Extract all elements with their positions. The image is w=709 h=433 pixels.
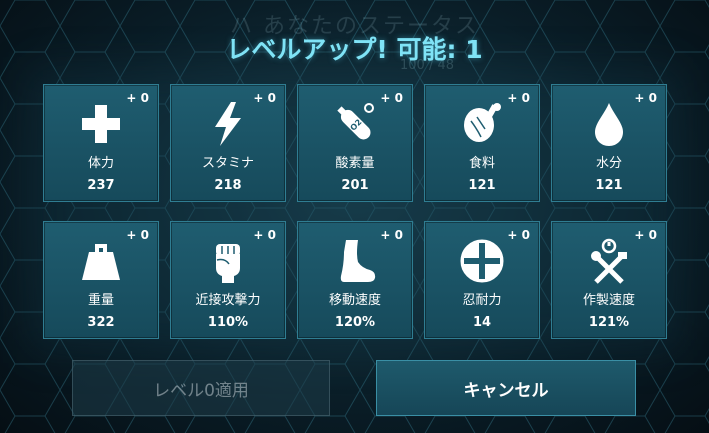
oxygen-tank-icon: O2 xyxy=(330,99,380,149)
stat-bonus: + 0 xyxy=(634,91,657,105)
stat-bonus: + 0 xyxy=(634,228,657,242)
stat-label: 酸素量 xyxy=(335,156,375,171)
stat-label: スタミナ xyxy=(201,156,254,171)
stat-bonus: + 0 xyxy=(380,91,403,105)
health-cross-icon xyxy=(76,99,126,149)
cancel-button[interactable]: キャンセル xyxy=(376,360,636,416)
stat-value: 120% xyxy=(334,315,376,330)
stat-bonus: + 0 xyxy=(253,91,276,105)
stat-card-water[interactable]: + 0 水分 121 xyxy=(551,84,667,202)
stat-label: 作製速度 xyxy=(582,293,635,308)
water-drop-icon xyxy=(584,99,634,149)
stat-value: 218 xyxy=(214,178,242,193)
stat-label: 食料 xyxy=(468,156,495,171)
apply-level-button[interactable]: レベル0適用 xyxy=(72,360,330,416)
stat-bonus: + 0 xyxy=(507,91,530,105)
stat-value: 201 xyxy=(341,178,369,193)
stat-bonus: + 0 xyxy=(380,228,403,242)
stat-value: 14 xyxy=(472,315,492,330)
stat-label: 近接攻撃力 xyxy=(195,293,261,308)
fortitude-shield-icon xyxy=(457,236,507,286)
stat-label: 水分 xyxy=(595,156,622,171)
stat-bonus: + 0 xyxy=(253,228,276,242)
stat-value: 110% xyxy=(207,315,249,330)
stat-card-food[interactable]: + 0 食料 121 xyxy=(424,84,540,202)
stat-bonus: + 0 xyxy=(126,228,149,242)
stat-card-melee[interactable]: + 0 近接攻撃力 110% xyxy=(170,221,286,339)
stat-value: 237 xyxy=(87,178,115,193)
level-up-title: レベルアップ! 可能: 1 xyxy=(226,35,483,64)
weight-icon xyxy=(76,236,126,286)
stat-value: 322 xyxy=(87,315,115,330)
lightning-bolt-icon xyxy=(203,99,253,149)
stat-label: 体力 xyxy=(87,156,114,171)
foot-icon xyxy=(330,236,380,286)
stat-bonus: + 0 xyxy=(507,228,530,242)
stat-card-health[interactable]: + 0 体力 237 xyxy=(43,84,159,202)
stat-value: 121 xyxy=(595,178,623,193)
fist-icon xyxy=(203,236,253,286)
stat-label: 重量 xyxy=(87,293,114,308)
meat-leg-icon xyxy=(457,99,507,149)
stat-bonus: + 0 xyxy=(126,91,149,105)
stat-label: 移動速度 xyxy=(328,293,381,308)
stat-card-weight[interactable]: + 0 重量 322 xyxy=(43,221,159,339)
crafting-tools-icon xyxy=(584,236,634,286)
stat-value: 121% xyxy=(588,315,630,330)
stat-label: 忍耐力 xyxy=(462,293,502,308)
stat-card-stamina[interactable]: + 0 スタミナ 218 xyxy=(170,84,286,202)
stat-card-fortitude[interactable]: + 0 忍耐力 14 xyxy=(424,221,540,339)
stat-card-movement[interactable]: + 0 移動速度 120% xyxy=(297,221,413,339)
stat-card-crafting[interactable]: + 0 作製速度 121% xyxy=(551,221,667,339)
stat-card-oxygen[interactable]: + 0 O2 酸素量 201 xyxy=(297,84,413,202)
stat-value: 121 xyxy=(468,178,496,193)
